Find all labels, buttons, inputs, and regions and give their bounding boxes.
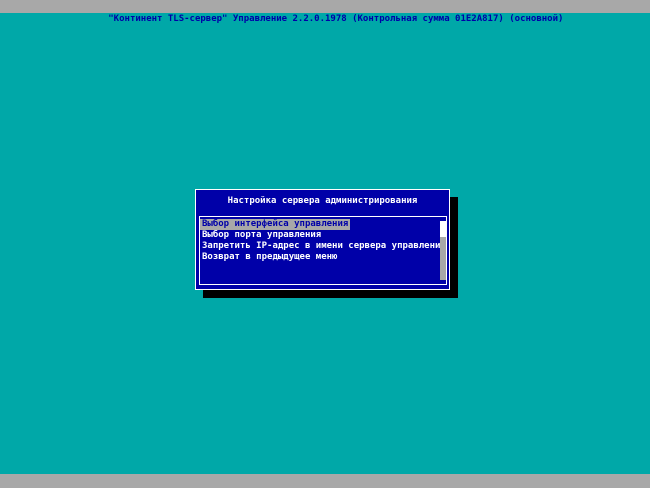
menu-item-label: Запретить IP-адрес в имени сервера управ… xyxy=(202,241,446,251)
admin-server-settings-dialog: Настройка сервера администрирования Выбо… xyxy=(195,189,450,290)
menu-item-return-previous-menu[interactable]: Возврат в предыдущее меню xyxy=(200,252,446,263)
menu-item-label: Выбор интерфейса управления xyxy=(200,219,351,230)
status-bar: Стрелки, PgUp, PgDn - навигация, ESC - в… xyxy=(0,474,650,488)
menu-item-forbid-ip-in-server-name[interactable]: Запретить IP-адрес в имени сервера управ… xyxy=(200,241,446,252)
title-bar: "Континент TLS-сервер" Управление 2.2.0.… xyxy=(0,0,650,24)
menu-item-label: Выбор порта управления xyxy=(202,230,322,240)
scrollbar[interactable] xyxy=(440,221,446,280)
scrollbar-thumb[interactable] xyxy=(440,221,446,237)
menu-item-select-management-port[interactable]: Выбор порта управления xyxy=(200,230,446,241)
console-screen: "Континент TLS-сервер" Управление 2.2.0.… xyxy=(0,0,650,488)
title-bar-text: "Континент TLS-сервер" Управление 2.2.0.… xyxy=(108,14,564,24)
menu-item-label: Возврат в предыдущее меню xyxy=(202,252,338,262)
dialog-title: Настройка сервера администрирования xyxy=(227,196,418,206)
menu-list: Выбор интерфейса управления Выбор порта … xyxy=(199,216,447,285)
menu-item-select-management-interface[interactable]: Выбор интерфейса управления xyxy=(200,219,446,230)
